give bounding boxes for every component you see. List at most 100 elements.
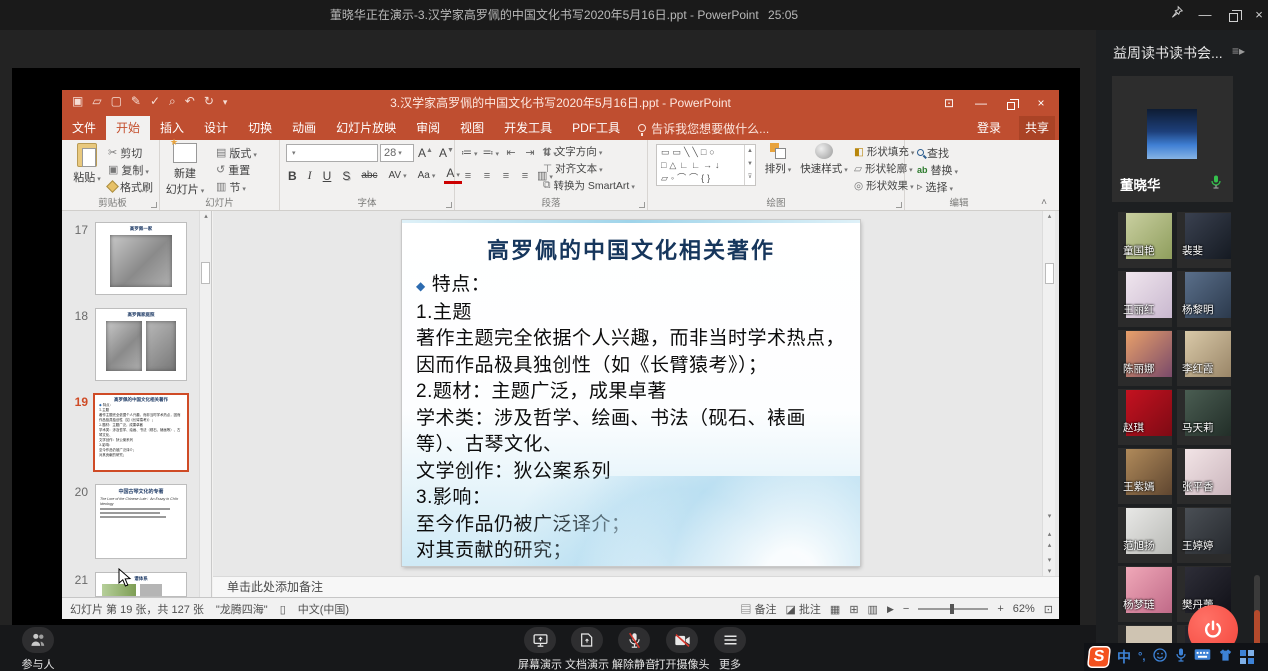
save-icon[interactable] xyxy=(72,94,83,109)
align-right-button[interactable] xyxy=(499,170,513,182)
restore-button[interactable] xyxy=(1220,5,1246,25)
ribbon-display-options-icon[interactable]: ⊡ xyxy=(935,93,963,113)
select-button[interactable]: 选择 xyxy=(917,178,953,195)
decrease-indent-button[interactable] xyxy=(504,146,518,159)
text-shadow-button[interactable]: S xyxy=(340,169,352,183)
bullets-button[interactable] xyxy=(461,146,478,159)
smartart-button[interactable]: 转换为 SmartArt xyxy=(543,178,635,193)
font-dialog-launcher-icon[interactable] xyxy=(446,202,452,208)
align-left-button[interactable] xyxy=(461,170,475,182)
participant-tile[interactable]: 裴斐 xyxy=(1177,212,1231,268)
tab-transitions[interactable]: 切换 xyxy=(238,116,282,140)
character-spacing-button[interactable]: AV xyxy=(386,170,408,181)
copy-button[interactable]: 复制 xyxy=(108,161,149,178)
toolbox-icon[interactable] xyxy=(1240,650,1255,664)
sogou-logo-icon[interactable]: S xyxy=(1086,646,1112,668)
numbering-button[interactable] xyxy=(483,146,500,159)
new-document-icon[interactable] xyxy=(111,94,122,109)
increase-indent-button[interactable] xyxy=(523,146,537,159)
slide-thumbnail-20[interactable]: 中国古琴文化的专著 The Lore of the Chinese Lute：A… xyxy=(95,484,187,559)
zoom-slider-thumb[interactable] xyxy=(950,604,955,614)
participant-tile[interactable]: 王婷婷 xyxy=(1177,507,1231,563)
slide-thumbnail-17[interactable]: 高罗佩一家 xyxy=(95,222,187,295)
thumbnail-scrollbar[interactable]: ▴ xyxy=(199,211,211,597)
zoom-level[interactable]: 62% xyxy=(1013,603,1035,615)
tab-review[interactable]: 审阅 xyxy=(406,116,450,140)
ppt-restore-button[interactable] xyxy=(997,93,1025,113)
skin-icon[interactable] xyxy=(1218,648,1233,667)
participant-tile[interactable]: 马天莉 xyxy=(1177,389,1231,445)
text-direction-button[interactable]: 文字方向 xyxy=(543,144,602,159)
slide-sorter-view-button[interactable] xyxy=(849,603,858,616)
previous-slide-icon[interactable]: ▴ ▴ xyxy=(1043,529,1056,549)
participant-tile[interactable]: 陈丽娜 xyxy=(1118,330,1172,386)
ppt-close-button[interactable]: × xyxy=(1027,93,1055,113)
punctuation-mode-icon[interactable]: °, xyxy=(1138,651,1145,663)
proofing-icon[interactable] xyxy=(280,603,286,616)
align-center-button[interactable] xyxy=(480,170,494,182)
slideshow-view-button[interactable] xyxy=(887,603,894,615)
tab-developer[interactable]: 开发工具 xyxy=(494,116,562,140)
participant-tile[interactable]: 杨梦琏 xyxy=(1118,566,1172,622)
grow-font-button[interactable]: A▲ xyxy=(416,146,435,160)
zoom-out-button[interactable]: − xyxy=(903,603,909,615)
fit-to-window-icon[interactable] xyxy=(1044,603,1053,616)
new-slide-button[interactable]: 新建 幻灯片 xyxy=(164,137,206,197)
undo-icon[interactable] xyxy=(185,94,195,109)
emoji-icon[interactable] xyxy=(1152,647,1168,668)
participant-tile[interactable]: 范旭扬 xyxy=(1118,507,1172,563)
participant-tile[interactable]: 王丽红 xyxy=(1118,271,1172,327)
italic-button[interactable]: I xyxy=(306,168,314,183)
editor-scrollbar-thumb[interactable] xyxy=(1044,263,1054,284)
drawing-dialog-launcher-icon[interactable] xyxy=(896,202,902,208)
format-painter-button[interactable]: 格式刷 xyxy=(106,178,153,195)
change-case-button[interactable]: Aa xyxy=(416,170,438,181)
soft-keyboard-icon[interactable] xyxy=(1194,648,1211,666)
shape-outline-button[interactable]: 形状轮廓 xyxy=(854,161,913,176)
scroll-up-icon[interactable]: ▴ xyxy=(200,211,212,222)
notes-toggle[interactable]: 备注 xyxy=(740,601,776,617)
minimize-button[interactable]: — xyxy=(1192,5,1218,25)
tab-view[interactable]: 视图 xyxy=(450,116,494,140)
presenter-tile[interactable]: 董晓华 xyxy=(1112,76,1233,202)
reset-button[interactable]: 重置 xyxy=(216,161,250,178)
align-text-button[interactable]: 对齐文本 xyxy=(543,161,603,176)
participant-tile[interactable]: 张平香 xyxy=(1177,448,1231,504)
spelling-icon[interactable] xyxy=(150,94,160,109)
redo-icon[interactable] xyxy=(204,94,214,109)
underline-button[interactable]: U xyxy=(321,169,334,183)
layout-button[interactable]: 版式 xyxy=(216,144,257,161)
replace-button[interactable]: 替换 xyxy=(917,161,958,178)
participants-button[interactable]: 参与人 xyxy=(8,627,68,671)
sign-in-link[interactable]: 登录 xyxy=(977,116,1001,140)
pin-icon[interactable] xyxy=(1164,5,1190,25)
language-indicator[interactable]: 中文(中国) xyxy=(298,601,349,617)
scroll-up-icon[interactable]: ▴ xyxy=(1043,211,1056,222)
font-name-combobox[interactable] xyxy=(286,143,378,162)
voice-input-icon[interactable] xyxy=(1175,647,1187,668)
current-slide-canvas[interactable]: 高罗佩的中国文化相关著作 ◆ 特点： 1.主题 著作主题完全依据个人兴趣，而非当时… xyxy=(402,220,860,566)
comments-toggle[interactable]: 批注 xyxy=(785,601,820,617)
tab-file[interactable]: 文件 xyxy=(62,116,106,140)
close-button[interactable]: × xyxy=(1246,5,1268,25)
thumbnail-scrollbar-thumb[interactable] xyxy=(201,262,210,284)
chinese-mode-icon[interactable]: 中 xyxy=(1117,647,1131,667)
find-button[interactable]: 查找 xyxy=(917,144,949,161)
tab-home[interactable]: 开始 xyxy=(106,116,151,140)
qat-more-icon[interactable] xyxy=(223,94,228,109)
more-button[interactable]: 更多 xyxy=(700,627,760,671)
normal-view-button[interactable] xyxy=(830,603,840,616)
slide-thumbnail-18[interactable]: 高罗佩家庭照 xyxy=(95,308,187,381)
section-button[interactable]: 节 xyxy=(216,178,246,195)
tab-animations[interactable]: 动画 xyxy=(282,116,326,140)
zoom-slider[interactable] xyxy=(918,604,989,614)
print-preview-icon[interactable] xyxy=(169,94,176,109)
justify-button[interactable] xyxy=(518,170,532,182)
slide-thumbnail-19-selected[interactable]: 高罗佩的中国文化相关著作 ◆ 特点： 1.主题 著作主题完全依据个人兴趣，而非当… xyxy=(93,393,189,472)
mic-on-icon[interactable] xyxy=(1210,174,1222,195)
cut-button[interactable]: 剪切 xyxy=(108,144,142,161)
scroll-down-icon[interactable]: ▾ xyxy=(1043,511,1056,522)
participant-tile[interactable]: 李红霞 xyxy=(1177,330,1231,386)
shapes-gallery[interactable]: ▭▭╲╲□○ □△∟∟→↓ ▱◦⌒⌒{} ▲ ▼ ⊽ xyxy=(656,144,756,186)
tab-pdf[interactable]: PDF工具 xyxy=(562,116,630,140)
